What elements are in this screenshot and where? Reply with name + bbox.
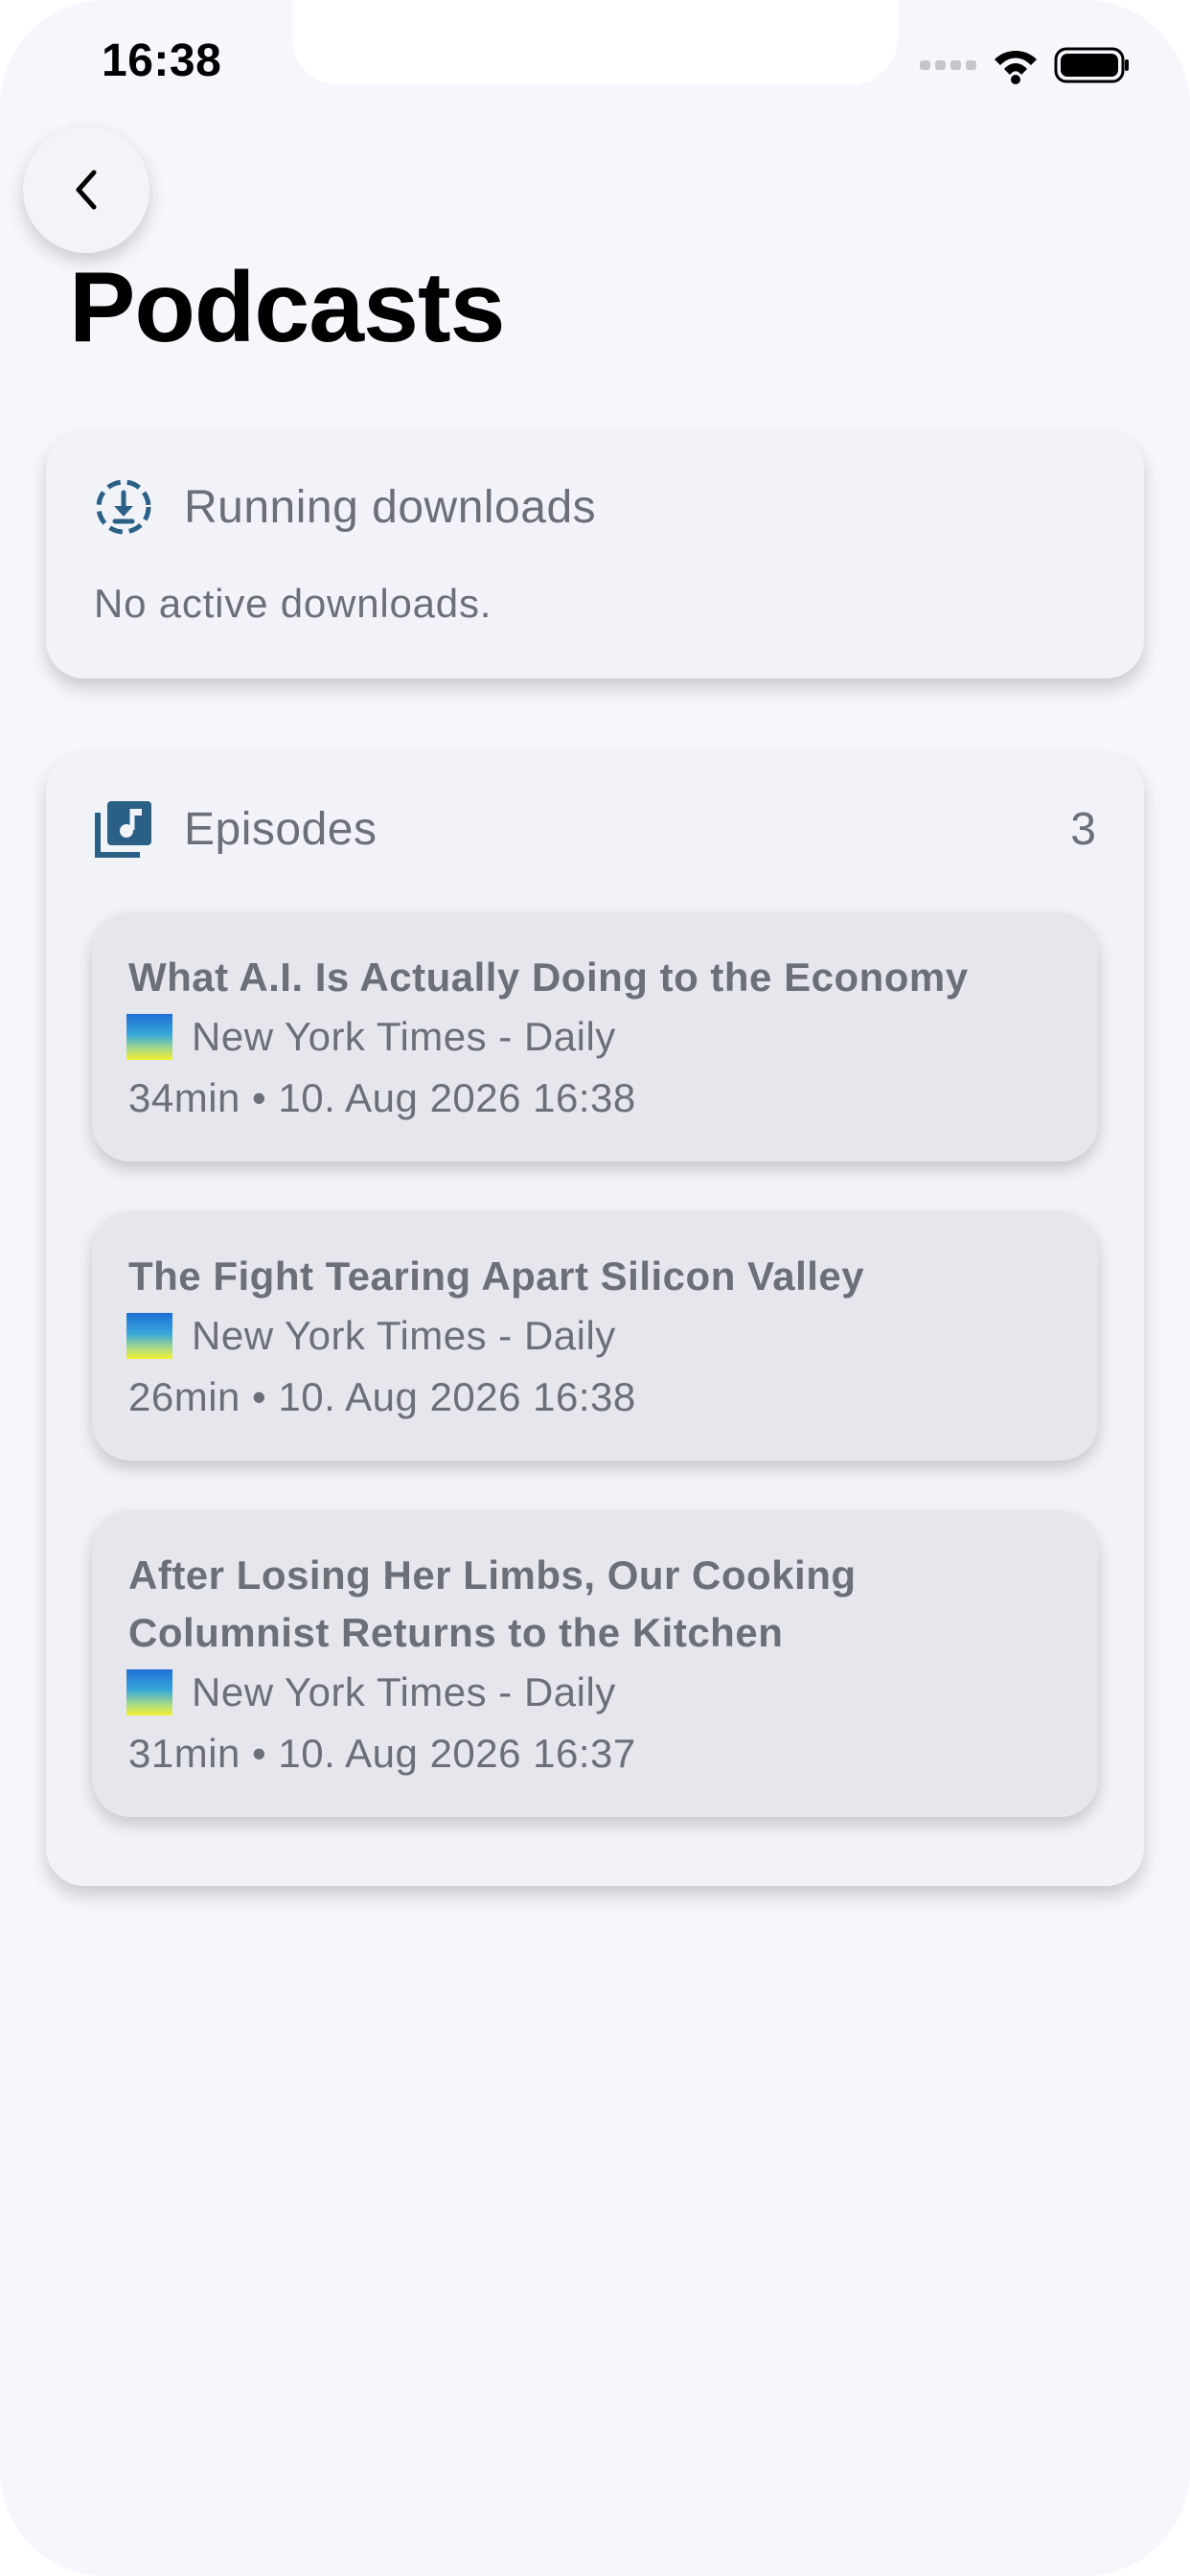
device-notch xyxy=(292,0,898,84)
music-library-icon xyxy=(95,801,151,858)
episode-podcast: New York Times - Daily xyxy=(126,1669,616,1715)
download-circle-icon xyxy=(96,479,151,535)
downloads-card: Running downloads No active downloads. xyxy=(46,431,1144,678)
podcasts-screen: 16:38 Podcasts Running downloads No acti… xyxy=(0,0,1190,2576)
episode-podcast-name: New York Times - Daily xyxy=(192,1669,616,1714)
episode-podcast-name: New York Times - Daily xyxy=(192,1014,616,1059)
downloads-label: Running downloads xyxy=(184,481,597,533)
episodes-card: Episodes 3 What A.I. Is Actually Doing t… xyxy=(46,753,1144,1886)
signal-icon xyxy=(920,60,976,70)
downloads-empty-text: No active downloads. xyxy=(94,581,492,626)
downloads-header: Running downloads xyxy=(94,477,596,537)
episode-meta: 26min • 10. Aug 2026 16:38 xyxy=(128,1374,636,1419)
podcast-artwork xyxy=(126,1313,172,1359)
episode-meta: 34min • 10. Aug 2026 16:38 xyxy=(128,1075,636,1120)
podcast-artwork xyxy=(126,1014,172,1060)
battery-icon xyxy=(1054,47,1129,83)
episode-item[interactable]: The Fight Tearing Apart Silicon Valley N… xyxy=(92,1211,1098,1460)
podcast-artwork xyxy=(126,1669,172,1715)
wifi-icon xyxy=(995,51,1037,84)
episode-title: What A.I. Is Actually Doing to the Econo… xyxy=(128,954,969,1000)
episodes-count: 3 xyxy=(1070,804,1096,855)
back-button[interactable] xyxy=(23,126,149,253)
status-time: 16:38 xyxy=(102,35,222,86)
chevron-left-icon xyxy=(76,170,97,210)
episode-podcast-name: New York Times - Daily xyxy=(192,1313,616,1358)
status-icons xyxy=(920,44,1131,86)
episode-podcast: New York Times - Daily xyxy=(126,1014,616,1060)
episodes-header: Episodes xyxy=(94,799,377,859)
episode-meta: 31min • 10. Aug 2026 16:37 xyxy=(128,1731,636,1776)
episodes-label: Episodes xyxy=(184,803,378,855)
episode-title: After Losing Her Limbs, Our Cooking Colu… xyxy=(128,1552,857,1655)
episode-podcast: New York Times - Daily xyxy=(126,1313,616,1359)
episode-item[interactable]: After Losing Her Limbs, Our Cooking Colu… xyxy=(92,1510,1098,1817)
episode-title: The Fight Tearing Apart Silicon Valley xyxy=(128,1254,865,1299)
episode-item[interactable]: What A.I. Is Actually Doing to the Econo… xyxy=(92,912,1098,1162)
page-title: Podcasts xyxy=(69,252,505,363)
